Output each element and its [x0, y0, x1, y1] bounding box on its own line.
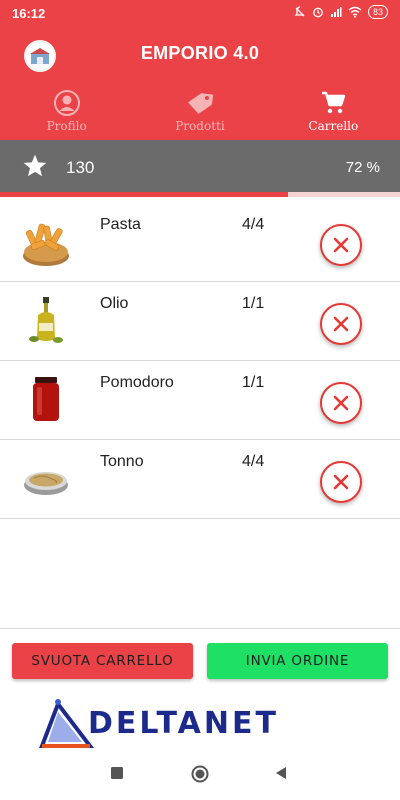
close-icon [333, 395, 349, 411]
oil-image [20, 292, 72, 350]
battery-indicator: 83 [367, 5, 388, 19]
alarm-icon [313, 7, 323, 18]
recent-apps-icon[interactable] [110, 766, 124, 780]
mute-icon [294, 6, 305, 17]
remove-item-button[interactable] [320, 224, 362, 266]
cart-item: Pasta 4/4 [0, 203, 400, 282]
star-icon [23, 154, 47, 177]
person-icon [53, 90, 80, 116]
item-quantity: 1/1 [242, 374, 265, 391]
back-icon[interactable] [274, 766, 288, 780]
item-name: Pomodoro [100, 374, 174, 391]
app-title: EMPORIO 4.0 [140, 43, 260, 63]
tab-label: Prodotti [175, 119, 225, 133]
tomato-jar-image [20, 371, 72, 429]
cart-icon [322, 91, 346, 114]
app-header: EMPORIO 4.0 Profilo Prodotti Carrello [0, 26, 400, 140]
deltanet-logo: DELTANET [38, 696, 364, 752]
points-bar: 130 72 % [0, 140, 400, 192]
item-name: Olio [100, 295, 129, 312]
brand-name: DELTANET [88, 706, 279, 741]
tab-bar: Profilo Prodotti Carrello [0, 86, 400, 140]
cart-item: Tonno 4/4 [0, 440, 400, 519]
tab-label: Profilo [46, 119, 87, 133]
cart-item: Olio 1/1 [0, 282, 400, 361]
cart-list: Pasta 4/4 Olio 1/1 Pomodoro 1/1 Tonno 4/… [0, 203, 400, 519]
cart-item: Pomodoro 1/1 [0, 361, 400, 440]
home-icon[interactable] [191, 765, 209, 783]
close-icon [333, 474, 349, 490]
divider [0, 628, 400, 629]
close-icon [333, 316, 349, 332]
status-bar: 16:12 83 [0, 0, 400, 26]
status-time: 16:12 [12, 6, 46, 21]
tab-label: Carrello [308, 119, 359, 133]
item-name: Pasta [100, 216, 141, 233]
remove-item-button[interactable] [320, 461, 362, 503]
signal-icon [330, 7, 342, 17]
remove-item-button[interactable] [320, 382, 362, 424]
system-nav-bar [0, 752, 400, 800]
status-icons: 83 [294, 5, 388, 19]
item-quantity: 4/4 [242, 216, 265, 233]
item-name: Tonno [100, 453, 144, 470]
progress-fill [0, 192, 288, 197]
item-quantity: 4/4 [242, 453, 265, 470]
points-progress-bar [0, 192, 400, 197]
remove-item-button[interactable] [320, 303, 362, 345]
close-icon [333, 237, 349, 253]
pasta-image [20, 213, 72, 271]
wifi-icon [348, 6, 362, 18]
tab-profilo[interactable]: Profilo [0, 86, 133, 140]
tag-icon [187, 93, 214, 114]
clear-cart-button[interactable]: SVUOTA CARRELLO [12, 643, 193, 679]
tab-carrello[interactable]: Carrello [267, 86, 400, 140]
points-percent: 72 % [345, 159, 380, 176]
points-value: 130 [66, 158, 95, 177]
item-quantity: 1/1 [242, 295, 265, 312]
send-order-button[interactable]: INVIA ORDINE [207, 643, 388, 679]
tuna-can-image [20, 450, 72, 508]
tab-prodotti[interactable]: Prodotti [133, 86, 266, 140]
